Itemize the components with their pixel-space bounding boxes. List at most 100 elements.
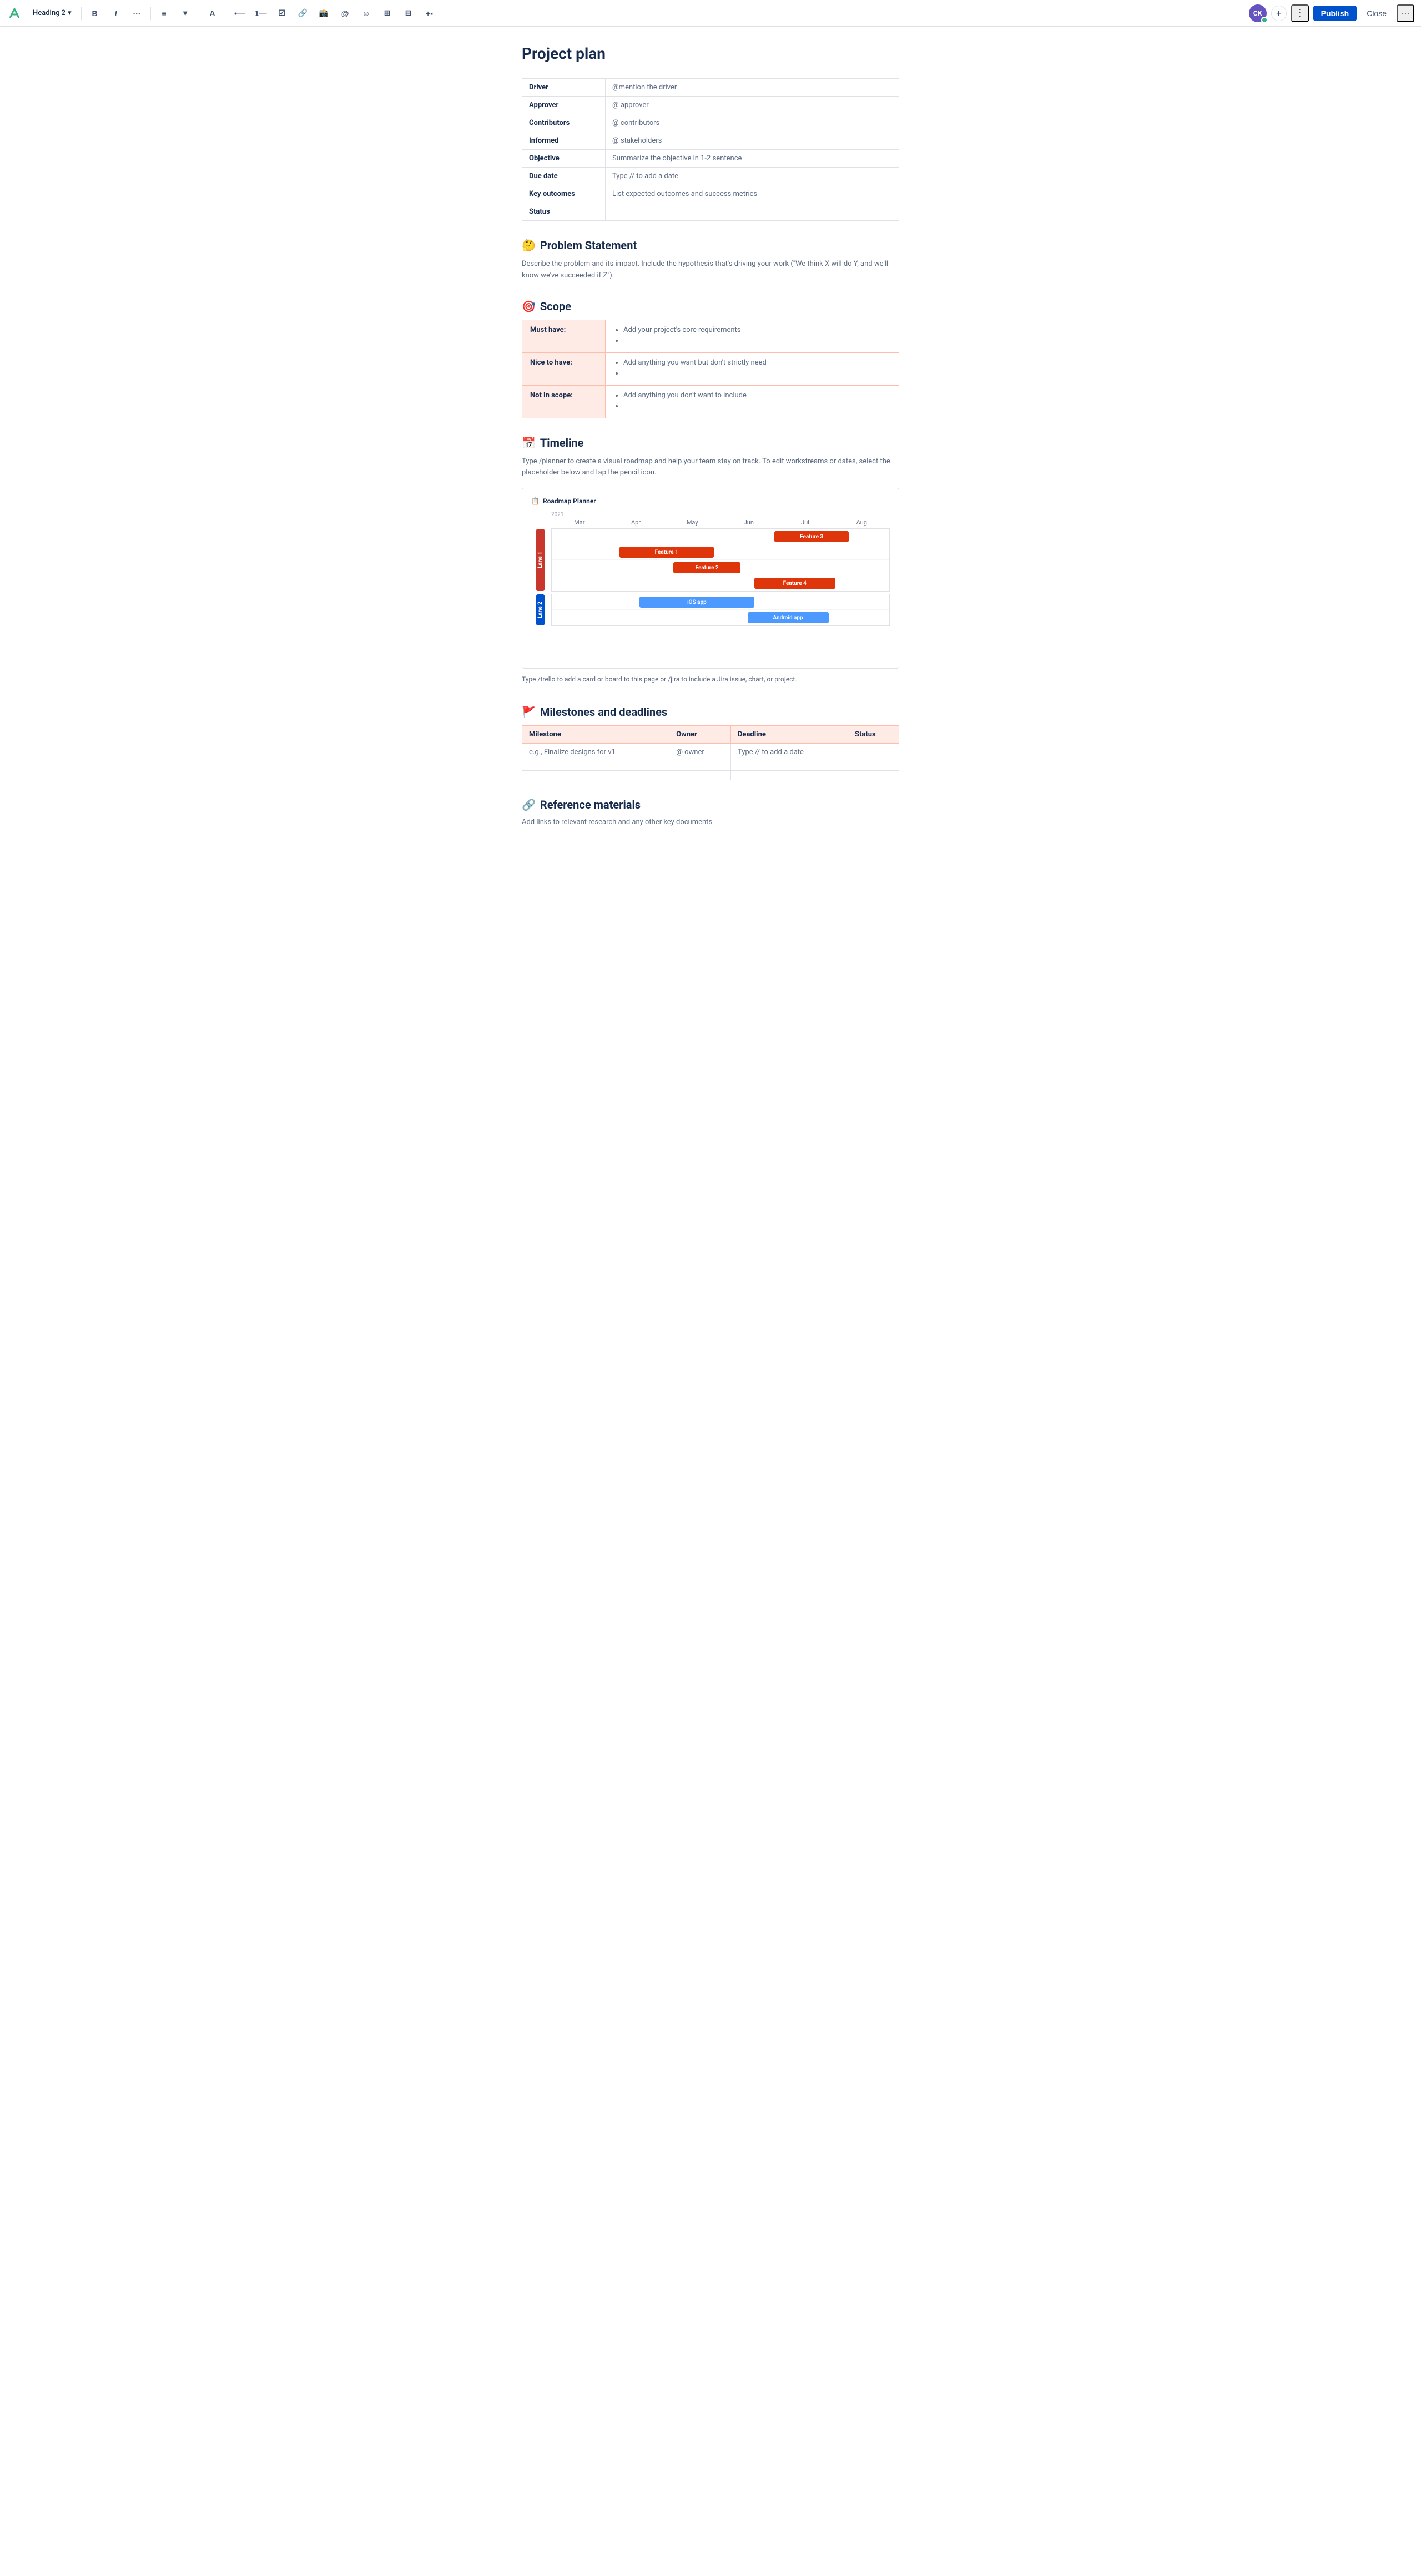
milestone-milestone[interactable] <box>522 761 669 771</box>
reference-heading-text[interactable]: Reference materials <box>540 798 641 811</box>
scope-item[interactable]: Add anything you want but don't strictly… <box>623 358 891 367</box>
insert-button[interactable]: +▪ <box>421 4 439 22</box>
reference-emoji: 🔗 <box>522 798 536 811</box>
problem-emoji: 🤔 <box>522 239 536 252</box>
milestone-owner[interactable] <box>669 761 731 771</box>
daci-row: Due dateType // to add a date <box>522 168 899 185</box>
month-label: Jul <box>777 519 834 526</box>
lane-2-label: Lane 2 <box>536 594 545 625</box>
scope-items: Add anything you want but don't strictly… <box>606 352 899 385</box>
daci-label: Approver <box>522 97 606 114</box>
roadmap-padding <box>531 626 890 659</box>
daci-value[interactable]: @ stakeholders <box>606 132 899 150</box>
milestone-status[interactable] <box>848 744 899 761</box>
publish-button[interactable]: Publish <box>1313 6 1357 21</box>
mention-button[interactable]: @ <box>336 4 354 22</box>
overflow-menu-button[interactable]: ··· <box>1397 4 1414 22</box>
gantt-row: Android app <box>552 610 889 625</box>
reference-heading: 🔗 Reference materials <box>522 798 899 811</box>
page-title[interactable]: Project plan <box>522 44 899 63</box>
problem-description[interactable]: Describe the problem and its impact. Inc… <box>522 259 899 282</box>
milestone-status[interactable] <box>848 761 899 771</box>
milestone-milestone[interactable]: e.g., Finalize designs for v1 <box>522 744 669 761</box>
roadmap-planner[interactable]: 📋 Roadmap Planner 2021 MarAprMayJunJulAu… <box>522 488 899 669</box>
milestone-owner[interactable]: @ owner <box>669 744 731 761</box>
scope-label: Not in scope: <box>522 385 606 418</box>
daci-row: Driver@mention the driver <box>522 79 899 97</box>
link-button[interactable]: 🔗 <box>294 4 312 22</box>
daci-label: Objective <box>522 150 606 168</box>
month-label: Apr <box>608 519 664 526</box>
daci-label: Due date <box>522 168 606 185</box>
scope-item[interactable]: Add your project's core requirements <box>623 326 891 334</box>
timeline-heading-text[interactable]: Timeline <box>540 436 583 449</box>
close-button[interactable]: Close <box>1361 6 1392 21</box>
scope-items: Add your project's core requirements <box>606 320 899 352</box>
italic-button[interactable]: I <box>107 4 125 22</box>
numbered-list-button[interactable]: 1— <box>252 4 270 22</box>
reference-description: Add links to relevant research and any o… <box>522 818 899 826</box>
ios-app-bar: iOS app <box>639 597 754 608</box>
bullet-list-button[interactable]: •— <box>231 4 249 22</box>
roadmap-icon: 📋 <box>531 497 540 505</box>
scope-item[interactable]: Add anything you don't want to include <box>623 391 891 400</box>
task-list-button[interactable]: ☑ <box>273 4 291 22</box>
scope-emoji: 🎯 <box>522 300 536 313</box>
daci-value[interactable]: Summarize the objective in 1-2 sentence <box>606 150 899 168</box>
scope-heading-text[interactable]: Scope <box>540 300 571 313</box>
lane-2-rows: iOS app Android app <box>551 594 890 626</box>
daci-value[interactable]: @ approver <box>606 97 899 114</box>
milestones-heading-text[interactable]: Milestones and deadlines <box>540 705 667 719</box>
more-format-button[interactable]: ··· <box>128 4 146 22</box>
timeline-description: Type /planner to create a visual roadmap… <box>522 456 899 479</box>
milestones-emoji: 🚩 <box>522 705 536 719</box>
avatar[interactable]: CK <box>1249 4 1267 22</box>
daci-label: Informed <box>522 132 606 150</box>
milestones-column-header: Deadline <box>730 726 848 744</box>
milestone-deadline[interactable] <box>730 761 848 771</box>
more-options-icon[interactable]: ⋮ <box>1291 4 1309 22</box>
heading-selector[interactable]: Heading 2 ▾ <box>28 6 77 20</box>
gantt-row: Feature 3 <box>552 529 889 544</box>
milestones-column-header: Owner <box>669 726 731 744</box>
timeline-heading: 📅 Timeline <box>522 436 899 449</box>
align-button[interactable]: ≡ <box>155 4 173 22</box>
milestone-milestone[interactable] <box>522 771 669 780</box>
milestone-status[interactable] <box>848 771 899 780</box>
image-button[interactable]: 📸 <box>315 4 333 22</box>
month-label: Jun <box>720 519 777 526</box>
lane-1-rows: Feature 3 Feature 1 Feature 2 Feature 4 <box>551 528 890 592</box>
bold-button[interactable]: B <box>86 4 104 22</box>
milestone-owner[interactable] <box>669 771 731 780</box>
scope-item[interactable] <box>623 336 891 345</box>
add-collaborator-button[interactable]: + <box>1271 6 1287 21</box>
gantt-area: Lane 1 Feature 3 Feature 1 Featu <box>551 528 890 626</box>
emoji-button[interactable]: ☺ <box>357 4 375 22</box>
daci-value[interactable]: List expected outcomes and success metri… <box>606 185 899 203</box>
scope-row: Not in scope: Add anything you don't want… <box>522 385 899 418</box>
chevron-down-icon: ▾ <box>68 9 72 17</box>
text-color-button[interactable]: A <box>204 4 221 22</box>
milestone-deadline[interactable] <box>730 771 848 780</box>
scope-item[interactable] <box>623 402 891 410</box>
roadmap-chart: 2021 MarAprMayJunJulAug Lane 1 Feature 3 <box>531 512 890 626</box>
daci-value[interactable]: @ contributors <box>606 114 899 132</box>
problem-statement-heading: 🤔 Problem Statement <box>522 239 899 252</box>
daci-value[interactable]: Type // to add a date <box>606 168 899 185</box>
scope-heading: 🎯 Scope <box>522 300 899 313</box>
problem-heading-text[interactable]: Problem Statement <box>540 239 637 252</box>
layout-button[interactable]: ⊟ <box>400 4 417 22</box>
daci-value[interactable] <box>606 203 899 221</box>
milestone-deadline[interactable]: Type // to add a date <box>730 744 848 761</box>
roadmap-header: 📋 Roadmap Planner <box>531 497 890 505</box>
daci-row: Status <box>522 203 899 221</box>
roadmap-months: MarAprMayJunJulAug <box>551 519 890 526</box>
scope-item[interactable] <box>623 369 891 377</box>
toolbar-right: CK + ⋮ Publish Close ··· <box>1249 4 1414 22</box>
daci-value[interactable]: @mention the driver <box>606 79 899 97</box>
feature-2-bar: Feature 2 <box>673 562 741 573</box>
align-more-button[interactable]: ▾ <box>177 4 194 22</box>
table-button[interactable]: ⊞ <box>379 4 396 22</box>
scope-label: Must have: <box>522 320 606 352</box>
heading-label: Heading 2 <box>33 9 65 17</box>
